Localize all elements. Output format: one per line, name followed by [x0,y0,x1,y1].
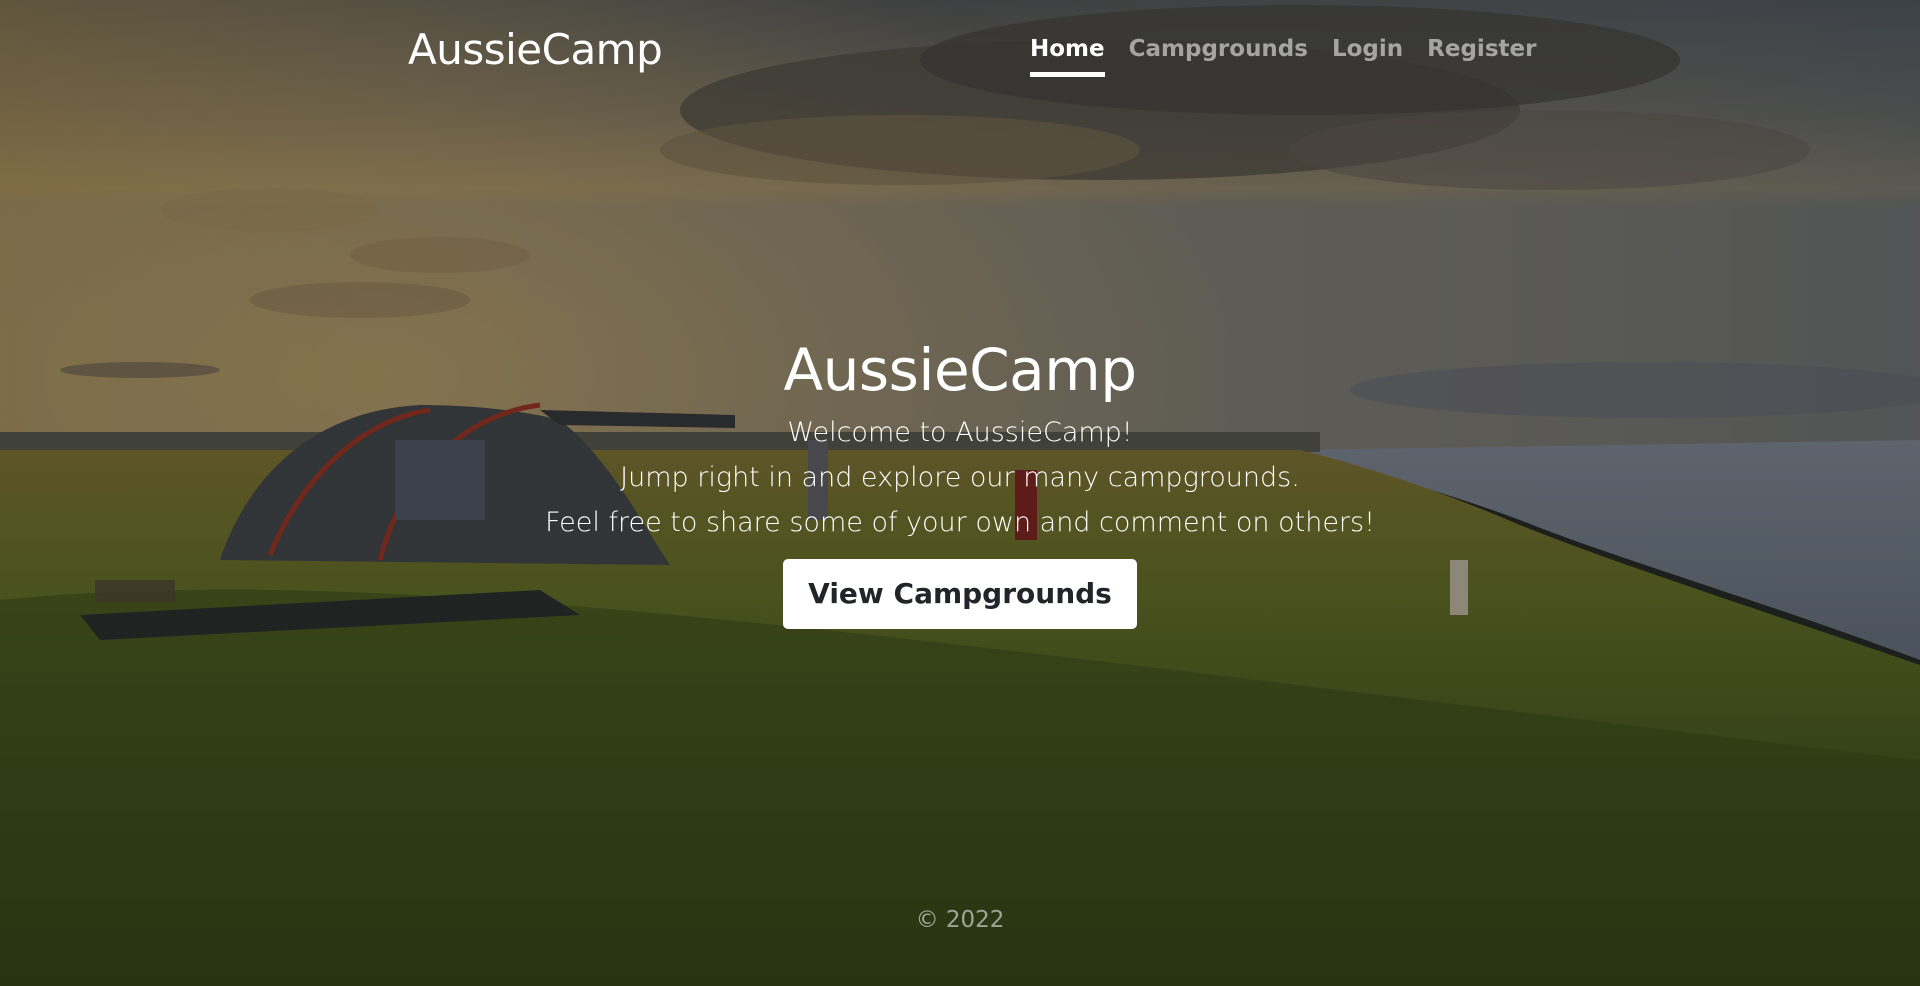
lead-line-share: Feel free to share some of your own and … [545,507,1375,538]
hero-title: AussieCamp [783,336,1137,404]
nav-link-home[interactable]: Home [1030,30,1105,77]
site-header: AussieCamp Home Campgrounds Login Regist… [0,0,1920,100]
site-footer: © 2022 [0,900,1920,940]
lead-line-explore: Jump right in and explore our many campg… [620,462,1300,493]
lead-line-welcome: Welcome to AussieCamp! [787,417,1133,448]
view-campgrounds-button[interactable]: View Campgrounds [783,559,1137,629]
nav-link-campgrounds[interactable]: Campgrounds [1129,30,1308,77]
nav-link-register[interactable]: Register [1427,30,1536,77]
hero-section: AussieCamp Home Campgrounds Login Regist… [0,0,1920,986]
brand-logo-link[interactable]: AussieCamp [408,24,663,76]
hero-content: AussieCamp Welcome to AussieCamp! Jump r… [0,330,1920,629]
hero-lead: Welcome to AussieCamp! Jump right in and… [0,410,1920,545]
main-nav: Home Campgrounds Login Register [1030,30,1536,77]
copyright-text: © 2022 [915,907,1005,933]
nav-link-login[interactable]: Login [1332,30,1403,77]
